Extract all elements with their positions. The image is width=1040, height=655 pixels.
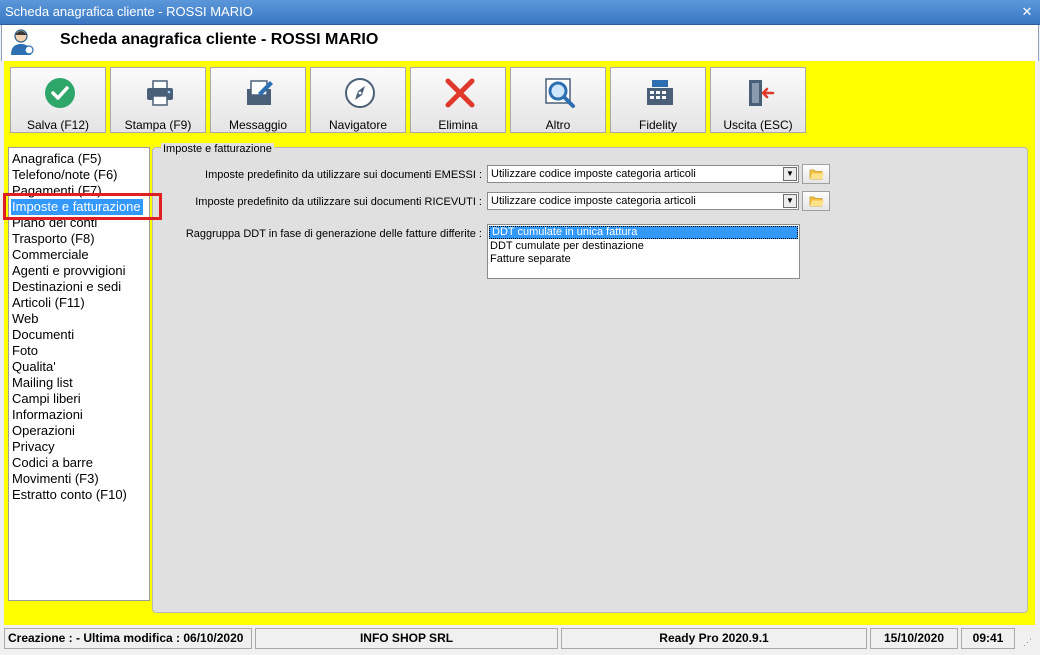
nav-item[interactable]: Qualita' xyxy=(9,359,149,375)
print-button-label: Stampa (F9) xyxy=(124,118,192,132)
nav-item[interactable]: Trasporto (F8) xyxy=(9,231,149,247)
window-title: Scheda anagrafica cliente - ROSSI MARIO xyxy=(5,4,253,19)
ricevuti-select[interactable]: Utilizzare codice imposte categoria arti… xyxy=(487,192,799,210)
ricevuti-value: Utilizzare codice imposte categoria arti… xyxy=(491,195,696,207)
nav-item[interactable]: Operazioni xyxy=(9,423,149,439)
delete-button[interactable]: Elimina xyxy=(410,67,506,133)
delete-button-label: Elimina xyxy=(438,118,478,132)
emessi-label: Imposte predefinito da utilizzare sui do… xyxy=(205,169,482,181)
save-button-label: Salva (F12) xyxy=(26,118,90,132)
check-circle-icon xyxy=(45,78,75,108)
nav-item[interactable]: Piano dei conti xyxy=(9,215,149,231)
page-title: Scheda anagrafica cliente - ROSSI MARIO xyxy=(60,31,379,48)
delete-x-icon xyxy=(445,78,475,108)
nav-item[interactable]: Articoli (F11) xyxy=(9,295,149,311)
section-list: Anagrafica (F5) Telefono/note (F6) Pagamen… xyxy=(8,147,150,601)
resize-grip-icon[interactable]: ⋰ xyxy=(1023,637,1032,648)
chevron-down-icon[interactable]: ▼ xyxy=(783,167,797,181)
status-company: INFO SHOP SRL xyxy=(255,628,558,649)
workspace: Salva (F12) Stampa (F9) Messaggio Naviga… xyxy=(4,61,1035,625)
nav-item[interactable]: Documenti xyxy=(9,327,149,343)
exit-button[interactable]: Uscita (ESC) xyxy=(710,67,806,133)
navigator-button[interactable]: Navigatore xyxy=(310,67,406,133)
nav-item[interactable]: Agenti e provvigioni xyxy=(9,263,149,279)
status-creation: Creazione : - Ultima modifica : 06/10/20… xyxy=(4,628,252,649)
status-time: 09:41 xyxy=(961,628,1015,649)
nav-item[interactable]: Movimenti (F3) xyxy=(9,471,149,487)
fidelity-button[interactable]: Fidelity xyxy=(610,67,706,133)
panel-legend: Imposte e fatturazione xyxy=(161,143,274,155)
print-button[interactable]: Stampa (F9) xyxy=(110,67,206,133)
listbox-option[interactable]: DDT cumulate per destinazione xyxy=(488,240,799,253)
fidelity-button-label: Fidelity xyxy=(638,118,677,132)
listbox-option[interactable]: Fatture separate xyxy=(488,253,799,266)
nav-item[interactable]: Imposte e fatturazione xyxy=(11,199,143,215)
ricevuti-browse-button[interactable] xyxy=(802,191,830,211)
emessi-select[interactable]: Utilizzare codice imposte categoria arti… xyxy=(487,165,799,183)
nav-item[interactable]: Estratto conto (F10) xyxy=(9,487,149,503)
navigator-button-label: Navigatore xyxy=(328,118,388,132)
tax-billing-panel: Imposte e fatturazione Imposte predefini… xyxy=(152,143,1028,613)
message-icon xyxy=(247,80,273,105)
close-icon[interactable]: ✕ xyxy=(1020,5,1034,19)
nav-item[interactable]: Anagrafica (F5) xyxy=(9,151,149,167)
exit-button-label: Uscita (ESC) xyxy=(723,118,793,132)
chevron-down-icon[interactable]: ▼ xyxy=(783,194,797,208)
exit-door-icon xyxy=(749,80,775,106)
message-button[interactable]: Messaggio xyxy=(210,67,306,133)
nav-item[interactable]: Commerciale xyxy=(9,247,149,263)
nav-item[interactable]: Mailing list xyxy=(9,375,149,391)
other-button-label: Altro xyxy=(545,118,571,132)
emessi-value: Utilizzare codice imposte categoria arti… xyxy=(491,168,696,180)
emessi-browse-button[interactable] xyxy=(802,164,830,184)
message-button-label: Messaggio xyxy=(228,118,288,132)
window-titlebar: Scheda anagrafica cliente - ROSSI MARIO … xyxy=(0,0,1040,25)
listbox-option[interactable]: DDT cumulate in unica fattura xyxy=(489,226,798,239)
nav-item[interactable]: Codici a barre xyxy=(9,455,149,471)
nav-item[interactable]: Informazioni xyxy=(9,407,149,423)
nav-item[interactable]: Destinazioni e sedi xyxy=(9,279,149,295)
status-version: Ready Pro 2020.9.1 xyxy=(561,628,867,649)
page-header: Scheda anagrafica cliente - ROSSI MARIO xyxy=(1,25,1039,61)
nav-item[interactable]: Foto xyxy=(9,343,149,359)
nav-item[interactable]: Campi liberi xyxy=(9,391,149,407)
folder-icon xyxy=(809,169,824,180)
nav-item[interactable]: Privacy xyxy=(9,439,149,455)
customer-icon xyxy=(11,29,34,55)
nav-item[interactable]: Web xyxy=(9,311,149,327)
ricevuti-label: Imposte predefinito da utilizzare sui do… xyxy=(195,196,482,208)
other-button[interactable]: Altro xyxy=(510,67,606,133)
folder-icon xyxy=(809,196,824,207)
raggruppa-label: Raggruppa DDT in fase di generazione del… xyxy=(185,228,482,240)
printer-icon xyxy=(147,80,173,106)
magnifier-icon xyxy=(545,78,575,108)
nav-item[interactable]: Telefono/note (F6) xyxy=(9,167,149,183)
compass-icon xyxy=(345,78,375,108)
cash-register-icon xyxy=(647,80,673,105)
save-button[interactable]: Salva (F12) xyxy=(10,67,106,133)
status-date: 15/10/2020 xyxy=(870,628,958,649)
status-bar: Creazione : - Ultima modifica : 06/10/20… xyxy=(4,627,1036,651)
raggruppa-listbox[interactable]: DDT cumulate in unica fattura DDT cumula… xyxy=(487,224,800,279)
nav-item[interactable]: Pagamenti (F7) xyxy=(9,183,149,199)
